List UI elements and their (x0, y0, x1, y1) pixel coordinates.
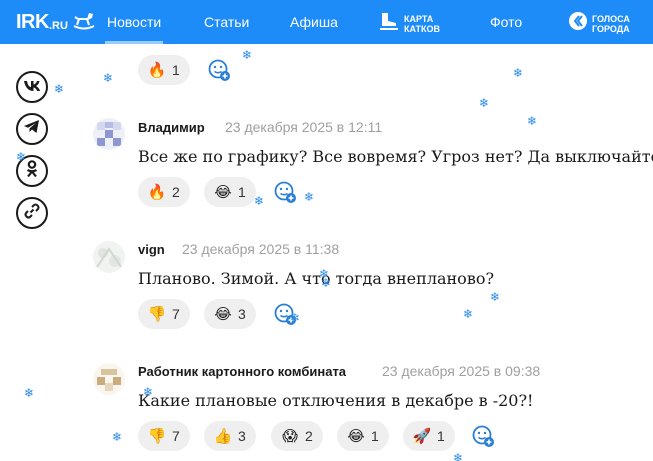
avatar[interactable] (93, 241, 125, 273)
laughing-face-icon: 😂 (214, 182, 232, 201)
comment-text: Планово. Зимой. А что тогда внепланово? (138, 269, 495, 288)
add-reaction-button[interactable] (274, 303, 298, 327)
reaction-chip[interactable]: 😂 1 (337, 421, 389, 451)
snowflake-icon: ❄ (103, 71, 114, 85)
logo-domain: .RU (48, 19, 68, 32)
nav-articles[interactable]: Статьи (204, 14, 249, 30)
comment-text: Какие плановые отключения в декабре в -2… (138, 391, 534, 410)
link-icon (24, 203, 40, 224)
add-reaction-button[interactable] (274, 181, 298, 205)
comment-date: 23 декабря 2025 в 12:11 (225, 119, 383, 135)
add-reaction-button[interactable] (208, 59, 232, 83)
comment-date: 23 декабря 2025 в 11:38 (182, 241, 340, 257)
snowflake-icon: ❄ (54, 82, 65, 96)
nav-news[interactable]: Новости (104, 14, 164, 44)
nav-rink-map[interactable]: КАРТА КАТКОВ (378, 11, 440, 36)
reaction-count: 7 (172, 306, 180, 322)
thumbs-down-icon: 👎 (147, 304, 167, 323)
fire-icon: 🔥 (147, 182, 167, 201)
add-reaction-button[interactable] (472, 425, 496, 449)
copy-link-button[interactable] (16, 197, 48, 229)
comment-date: 23 декабря 2025 в 09:38 (382, 363, 541, 379)
reaction-chip[interactable]: 🔥 1 (138, 55, 190, 85)
snowflake-icon: ❄ (242, 48, 253, 62)
reaction-chip[interactable]: 😂 3 (204, 299, 256, 329)
skate-icon (378, 11, 400, 36)
snowflake-icon: ❄ (304, 190, 315, 204)
snowflake-icon: ❄ (479, 96, 490, 110)
reaction-chip[interactable]: 😱 2 (271, 421, 323, 451)
reaction-chip[interactable]: 🚀 1 (403, 421, 455, 451)
add-reaction-icon (208, 59, 230, 81)
reaction-count: 1 (172, 62, 180, 78)
telegram-icon (24, 119, 40, 139)
reaction-count: 3 (238, 428, 246, 444)
snowflake-icon: ❄ (527, 114, 538, 128)
voices-logo-icon (568, 11, 588, 36)
comment-author[interactable]: vign (138, 242, 165, 257)
snowflake-icon: ❄ (463, 307, 474, 321)
nav-city-voices[interactable]: ГОЛОСА ГОРОДА (568, 11, 630, 36)
fire-icon: 🔥 (147, 60, 167, 79)
logo-text: IRK (16, 10, 49, 33)
reaction-chip[interactable]: 😂 1 (204, 177, 256, 207)
reaction-count: 1 (238, 184, 246, 200)
laughing-face-icon: 😂 (347, 426, 365, 445)
reaction-chip[interactable]: 👎 7 (138, 299, 190, 329)
reaction-count: 7 (172, 428, 180, 444)
share-vk-button[interactable] (16, 71, 48, 103)
snowflake-icon: ❄ (513, 66, 524, 80)
nav-afisha[interactable]: Афиша (290, 14, 338, 30)
rocket-icon: 🚀 (412, 426, 432, 445)
avatar[interactable] (93, 118, 125, 150)
reaction-count: 1 (437, 428, 445, 444)
nav-photo[interactable]: Фото (490, 14, 522, 30)
thumbs-down-icon: 👎 (147, 426, 167, 445)
rocking-horse-icon (71, 10, 97, 35)
add-reaction-icon (274, 181, 296, 203)
top-navigation-bar: IRK .RU Новости Статьи Афиша КАРТА КАТКО… (0, 0, 653, 44)
reaction-chip[interactable]: 👍 3 (204, 421, 256, 451)
comment-author[interactable]: Владимир (138, 120, 205, 135)
snowflake-icon: ❄ (112, 430, 123, 444)
avatar[interactable] (93, 363, 125, 395)
snowflake-icon: ❄ (24, 386, 35, 400)
vk-icon (24, 78, 40, 96)
thumbs-up-icon: 👍 (213, 426, 233, 445)
reaction-count: 3 (238, 306, 246, 322)
snowflake-icon: ❄ (453, 451, 464, 461)
add-reaction-icon (472, 425, 494, 447)
reaction-count: 2 (305, 428, 313, 444)
nav-city-voices-label: ГОЛОСА ГОРОДА (592, 13, 630, 34)
site-logo[interactable]: IRK .RU (16, 9, 97, 35)
reaction-chip[interactable]: 🔥 2 (138, 177, 190, 207)
snowflake-icon: ❄ (254, 194, 265, 208)
nav-rink-map-label: КАРТА КАТКОВ (404, 13, 441, 34)
add-reaction-icon (274, 303, 296, 325)
screaming-face-icon: 😱 (282, 426, 298, 445)
snowflake-icon: ❄ (490, 290, 501, 304)
share-telegram-button[interactable] (16, 113, 48, 145)
reaction-chip[interactable]: 👎 7 (138, 421, 190, 451)
comment-text: Все же по графику? Все вовремя? Угроз не… (138, 147, 653, 166)
odnoklassniki-icon (26, 159, 38, 183)
comment-author[interactable]: Работник картонного комбината (138, 364, 346, 379)
laughing-face-icon: 😂 (214, 304, 232, 323)
share-odnoklassniki-button[interactable] (16, 155, 48, 187)
reaction-count: 2 (172, 184, 180, 200)
reaction-count: 1 (371, 428, 379, 444)
